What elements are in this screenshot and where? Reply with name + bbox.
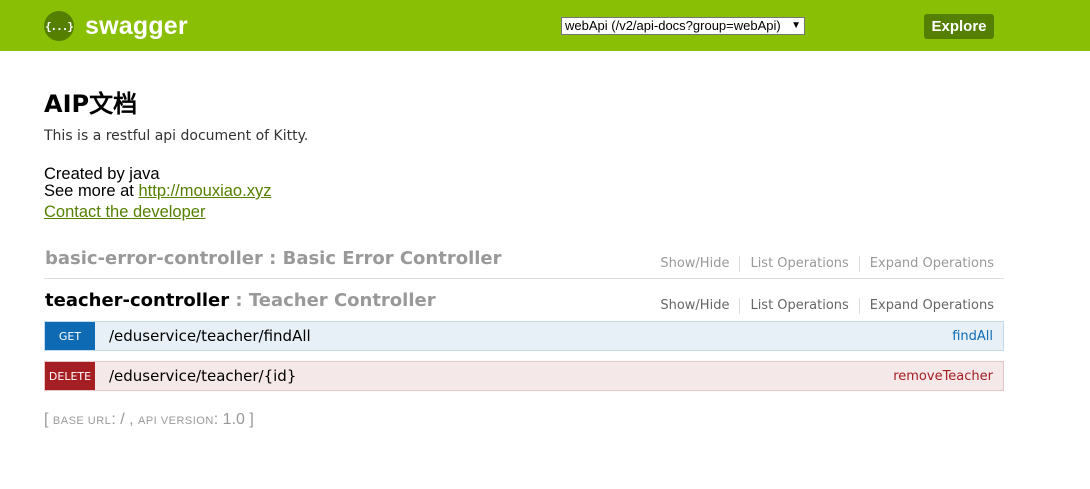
resource-name[interactable]: teacher-controller xyxy=(45,290,229,311)
api-version-value: : 1.0 xyxy=(213,411,250,428)
base-url-label: BASE URL xyxy=(52,415,112,427)
api-title: AIP文档 xyxy=(44,90,138,118)
see-more-prefix: See more at xyxy=(44,182,139,200)
operation-nickname[interactable]: findAll xyxy=(952,322,993,351)
base-url-value: : / , xyxy=(111,411,138,428)
resource-separator: : xyxy=(229,290,249,311)
resource-basic-error-controller: basic-error-controller : Basic Error Con… xyxy=(44,244,1004,279)
list-operations-link[interactable]: List Operations xyxy=(739,298,858,314)
operation-nickname[interactable]: removeTeacher xyxy=(893,362,993,391)
resource-options: Show/Hide List Operations Expand Operati… xyxy=(650,256,1004,272)
api-spec-select-value: webApi (/v2/api-docs?group=webApi) xyxy=(565,18,781,33)
operation-delete-teacher[interactable]: DELETE /eduservice/teacher/{id} removeTe… xyxy=(44,361,1004,391)
api-description: This is a restful api document of Kitty. xyxy=(44,128,309,144)
operation-path[interactable]: /eduservice/teacher/findAll xyxy=(109,322,311,351)
api-footer: [ BASE URL: / , API VERSION: 1.0 ] xyxy=(44,410,254,431)
resource-heading[interactable]: basic-error-controller : Basic Error Con… xyxy=(45,246,502,272)
top-bar: {...} swagger webApi (/v2/api-docs?group… xyxy=(0,0,1090,51)
footer-close-bracket: ] xyxy=(249,411,254,428)
resource-options: Show/Hide List Operations Expand Operati… xyxy=(650,298,1004,314)
operation-get-findall[interactable]: GET /eduservice/teacher/findAll findAll xyxy=(44,321,1004,351)
show-hide-link[interactable]: Show/Hide xyxy=(650,256,739,272)
api-spec-select[interactable]: webApi (/v2/api-docs?group=webApi) ▼ xyxy=(561,17,805,35)
resource-separator: : xyxy=(262,248,283,269)
http-method-badge[interactable]: GET xyxy=(45,322,95,350)
api-version-label: API VERSION xyxy=(137,415,214,427)
resource-description: Teacher Controller xyxy=(248,290,436,311)
list-operations-link[interactable]: List Operations xyxy=(739,256,858,272)
resource-teacher-controller: teacher-controller : Teacher Controller … xyxy=(44,286,1004,320)
http-method-badge[interactable]: DELETE xyxy=(45,362,95,390)
expand-operations-link[interactable]: Expand Operations xyxy=(858,298,1004,314)
dropdown-arrow-icon: ▼ xyxy=(791,20,801,31)
expand-operations-link[interactable]: Expand Operations xyxy=(858,256,1004,272)
resource-name[interactable]: basic-error-controller xyxy=(45,248,263,269)
swagger-braces-icon: {...} xyxy=(44,11,74,41)
footer-open-bracket: [ xyxy=(44,411,53,428)
logo-text: swagger xyxy=(85,11,188,40)
resource-description: Basic Error Controller xyxy=(282,248,502,269)
explore-button[interactable]: Explore xyxy=(924,14,994,39)
see-more: See more at http://mouxiao.xyz xyxy=(44,182,271,200)
show-hide-link[interactable]: Show/Hide xyxy=(650,298,739,314)
swagger-logo[interactable]: {...} swagger xyxy=(44,11,188,41)
contact-developer-link[interactable]: Contact the developer xyxy=(44,203,205,221)
created-by: Created by java xyxy=(44,165,160,183)
resource-heading[interactable]: teacher-controller : Teacher Controller xyxy=(45,288,436,314)
operation-path[interactable]: /eduservice/teacher/{id} xyxy=(109,362,296,391)
see-more-link[interactable]: http://mouxiao.xyz xyxy=(138,182,271,200)
